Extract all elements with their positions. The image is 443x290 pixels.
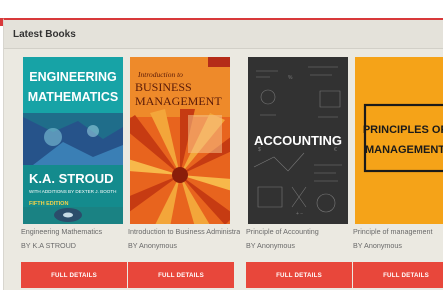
book-title[interactable]: Engineering Mathematics — [21, 227, 133, 236]
book-cover-business-management[interactable]: Introduction to BUSINESS MANAGEMENT — [130, 57, 230, 224]
svg-text:%: % — [288, 75, 293, 81]
book-author: BY Anonymous — [246, 241, 296, 250]
cover-line-2: BUSINESS — [135, 80, 192, 94]
book-title[interactable]: Principle of Accounting — [246, 227, 358, 236]
cover-line-3: MANAGEMENT — [135, 94, 222, 108]
book-title[interactable]: Principle of management — [353, 227, 443, 236]
cover-line-2: MANAGEMENT — [365, 144, 443, 156]
full-details-button[interactable]: FULL DETAILS — [353, 262, 443, 288]
book-title[interactable]: Introduction to Business Administration — [128, 227, 240, 236]
cover-line-1: Introduction to — [137, 70, 183, 79]
svg-text:+ −: + − — [296, 211, 303, 217]
full-details-button[interactable]: FULL DETAILS — [128, 262, 234, 288]
book-author: BY K.A STROUD — [21, 241, 76, 250]
cover-edition: FIFTH EDITION — [29, 201, 68, 207]
book-cover-accounting[interactable]: % $ € + − ACCOUNTING — [248, 57, 348, 224]
cover-subtitle: WITH ADDITIONS BY DEXTER J. BOOTH — [29, 189, 116, 194]
book-cover-engineering-mathematics[interactable]: ENGINEERING MATHEMATICS K.A. STROUD WITH… — [23, 57, 123, 224]
section-title: Latest Books — [13, 29, 76, 40]
cover-title: ACCOUNTING — [254, 133, 342, 148]
book-cover-principles-of-management[interactable]: PRINCIPLES OF MANAGEMENT — [355, 57, 443, 224]
full-details-button[interactable]: FULL DETAILS — [246, 262, 352, 288]
book-author: BY Anonymous — [353, 241, 403, 250]
panel-header: Latest Books — [4, 20, 443, 49]
cover-author: K.A. STROUD — [29, 171, 114, 186]
book-author: BY Anonymous — [128, 241, 178, 250]
latest-books-panel: Latest Books ENGINEERING MATHEMATICS K.A… — [3, 18, 443, 290]
full-details-button[interactable]: FULL DETAILS — [21, 262, 127, 288]
cover-line-2: MATHEMATICS — [28, 90, 119, 104]
cover-line-1: PRINCIPLES OF — [363, 124, 443, 136]
cover-line-1: ENGINEERING — [29, 70, 117, 84]
